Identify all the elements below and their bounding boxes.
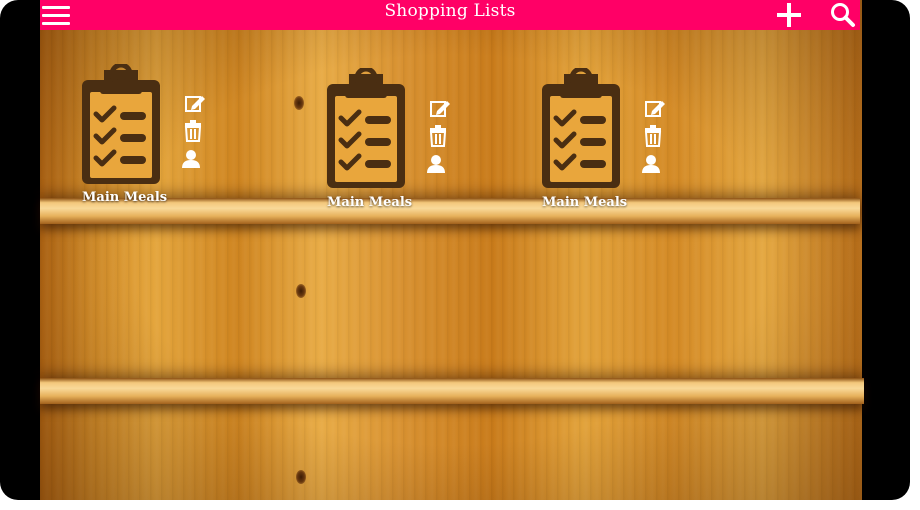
trash-icon[interactable] (642, 125, 664, 147)
list-name[interactable]: Main Meals (542, 195, 627, 210)
wood-knot (296, 284, 306, 298)
user-icon[interactable] (180, 148, 202, 170)
plus-icon[interactable] (774, 2, 804, 28)
list-name[interactable]: Main Meals (82, 190, 167, 205)
trash-icon[interactable] (427, 125, 449, 147)
edit-icon[interactable] (184, 92, 206, 114)
list-name[interactable]: Main Meals (327, 195, 412, 210)
trash-icon[interactable] (182, 120, 204, 142)
edit-icon[interactable] (644, 97, 666, 119)
clipboard-checklist-icon[interactable] (325, 68, 409, 192)
app-bar: Shopping Lists (40, 0, 860, 30)
clipboard-checklist-icon[interactable] (540, 68, 624, 192)
wood-knot (294, 96, 304, 110)
user-icon[interactable] (425, 153, 447, 175)
search-icon[interactable] (830, 2, 856, 28)
shelf (40, 378, 864, 404)
user-icon[interactable] (640, 153, 662, 175)
edit-icon[interactable] (429, 97, 451, 119)
page-title: Shopping Lists (384, 1, 516, 21)
wood-knot (296, 470, 306, 484)
clipboard-checklist-icon[interactable] (80, 64, 164, 188)
